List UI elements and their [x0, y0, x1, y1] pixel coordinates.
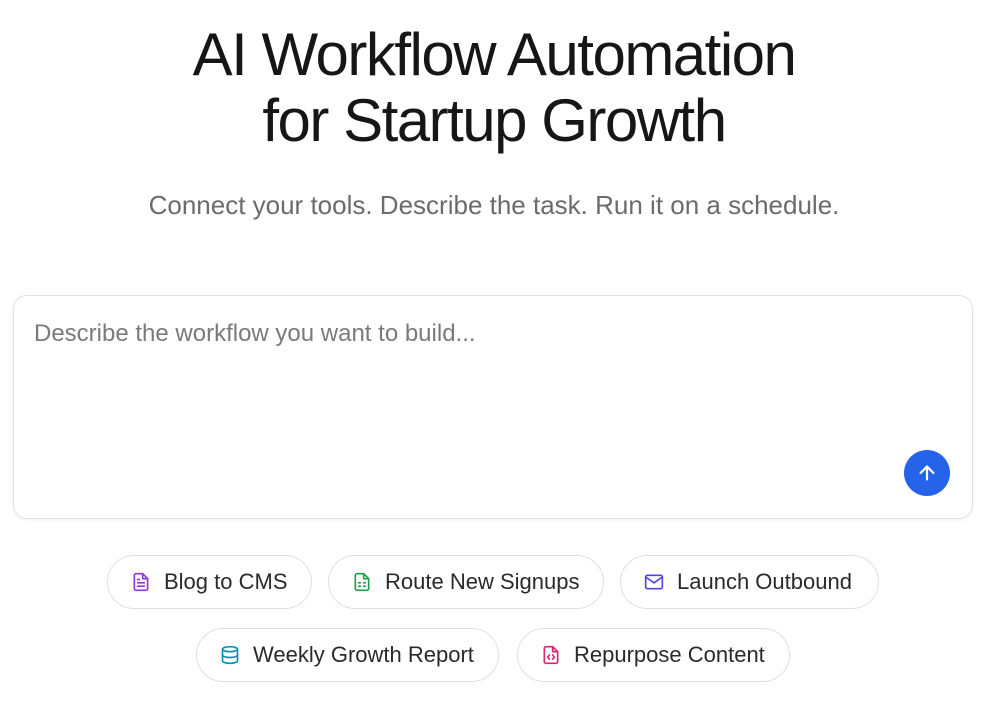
- page-title-line-1: AI Workflow Automation: [192, 21, 797, 88]
- chip-label: Repurpose Content: [574, 642, 765, 667]
- chip-label: Blog to CMS: [164, 569, 288, 594]
- arrow-up-icon: [919, 465, 935, 481]
- suggestion-chip-repurpose-content[interactable]: Repurpose Content: [517, 628, 790, 682]
- page-title-line-2: for Startup Growth: [262, 87, 727, 154]
- suggestion-chip-weekly-growth-report[interactable]: Weekly Growth Report: [196, 628, 499, 682]
- suggestion-chip-launch-outbound[interactable]: Launch Outbound: [620, 555, 879, 609]
- document-icon: [130, 571, 152, 593]
- suggestion-chip-blog-to-cms[interactable]: Blog to CMS: [107, 555, 312, 609]
- page-title: AI Workflow Automation for Startup Growt…: [0, 22, 988, 154]
- suggestion-chip-route-new-signups[interactable]: Route New Signups: [328, 555, 604, 609]
- database-icon: [219, 644, 241, 666]
- spreadsheet-icon: [351, 571, 373, 593]
- chip-label: Weekly Growth Report: [253, 642, 474, 667]
- chip-label: Route New Signups: [385, 569, 580, 594]
- chip-label: Launch Outbound: [677, 569, 852, 594]
- code-file-icon: [540, 644, 562, 666]
- send-button[interactable]: [904, 450, 950, 496]
- mail-icon: [643, 571, 665, 593]
- page-subtitle: Connect your tools. Describe the task. R…: [148, 190, 840, 220]
- workflow-prompt-input[interactable]: [34, 318, 894, 468]
- workflow-prompt-box: [13, 295, 973, 519]
